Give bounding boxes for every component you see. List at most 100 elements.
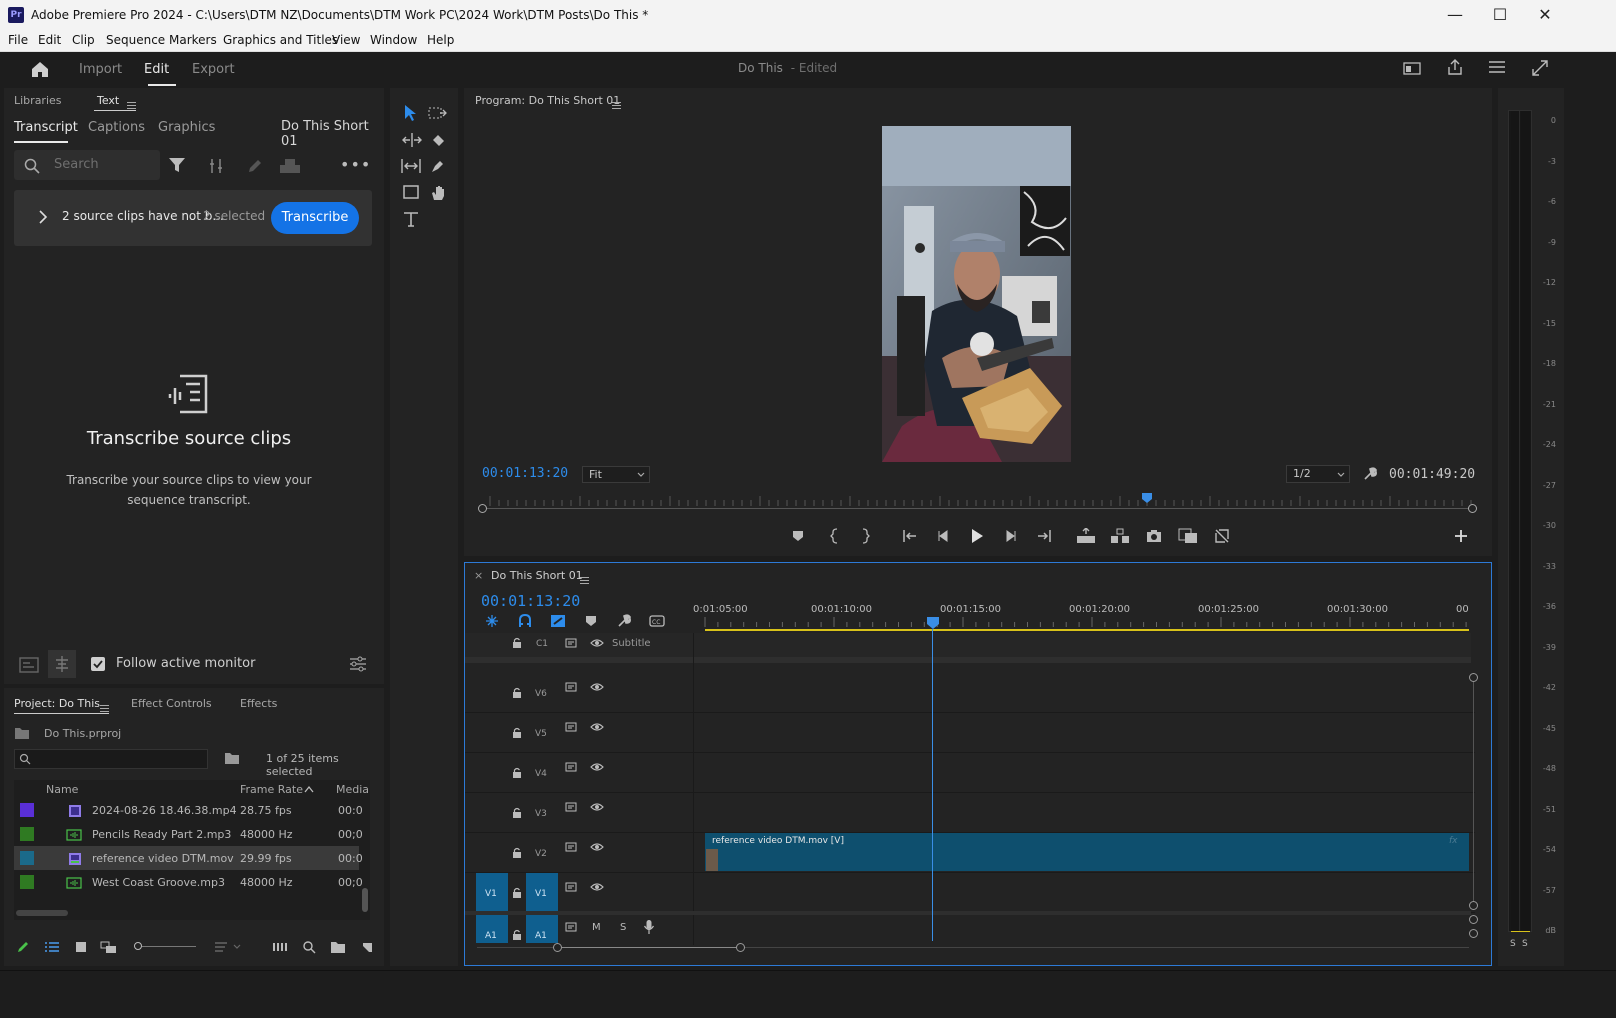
program-playhead[interactable] (1141, 492, 1152, 503)
quick-layout-icon[interactable] (1403, 60, 1421, 76)
close-window-button[interactable]: ✕ (1530, 4, 1560, 26)
go-to-in-icon[interactable] (902, 529, 918, 543)
export-frame-icon[interactable] (1146, 529, 1162, 543)
share-icon[interactable] (1446, 58, 1464, 76)
proxy-toggle-icon[interactable] (1214, 528, 1230, 544)
timeline-marker-icon[interactable] (585, 615, 597, 627)
tab-project[interactable]: Project: Do This (14, 697, 100, 710)
track-output-icon[interactable] (565, 681, 579, 693)
rectangle-tool-icon[interactable] (402, 184, 420, 200)
new-search-bin-icon[interactable] (224, 751, 240, 765)
tab-export[interactable]: Export (192, 62, 235, 77)
tab-import[interactable]: Import (79, 62, 122, 77)
visibility-eye-icon[interactable] (590, 801, 604, 813)
program-scrubber[interactable] (478, 490, 1477, 513)
timeline-playhead-line[interactable] (932, 629, 933, 941)
vscroll-bottom-handle[interactable] (1469, 901, 1478, 910)
pen-tool-icon[interactable] (430, 158, 446, 174)
menu-clip[interactable]: Clip (72, 33, 95, 47)
extract-icon[interactable] (1110, 528, 1130, 544)
tab-captions[interactable]: Captions (88, 120, 145, 135)
hand-tool-icon[interactable] (430, 184, 446, 202)
timeline-timecode[interactable]: 00:01:13:20 (481, 592, 580, 610)
step-forward-icon[interactable] (1004, 529, 1018, 543)
project-list-hscrollbar[interactable] (16, 910, 68, 916)
tab-effect-controls[interactable]: Effect Controls (131, 697, 212, 710)
timeline-playhead-head[interactable] (927, 617, 939, 629)
work-area-bar[interactable] (705, 629, 1469, 631)
track-output-icon[interactable] (565, 761, 579, 773)
add-marker-icon[interactable] (792, 530, 804, 542)
project-row[interactable]: Pencils Ready Part 2.mp3 48000 Hz 00;0 (14, 822, 363, 846)
slip-tool-icon[interactable] (400, 158, 422, 174)
follow-monitor-checkbox[interactable] (91, 657, 105, 671)
scrubber-end-handle[interactable] (1468, 504, 1477, 513)
lift-icon[interactable] (1076, 528, 1096, 544)
menu-help[interactable]: Help (427, 33, 454, 47)
play-icon[interactable] (970, 528, 984, 544)
track-output-icon[interactable] (565, 881, 579, 893)
edit-pencil-icon[interactable] (247, 158, 263, 174)
lock-icon[interactable] (512, 887, 522, 899)
zoom-slider[interactable] (134, 942, 198, 952)
comparison-view-icon[interactable] (1178, 528, 1198, 544)
text-panel-menu-icon[interactable] (127, 102, 136, 109)
caption-track-icon[interactable] (18, 654, 40, 674)
settings-wrench-icon[interactable] (1362, 466, 1378, 482)
new-bin-icon[interactable] (330, 940, 346, 954)
program-timecode[interactable]: 00:01:13:20 (482, 466, 568, 481)
maximize-button[interactable]: ☐ (1485, 4, 1515, 26)
menu-graphics-and-titles[interactable]: Graphics and Titles (223, 33, 338, 47)
program-monitor-menu-icon[interactable] (612, 102, 621, 109)
search-input[interactable]: Search (54, 157, 99, 172)
lock-icon[interactable] (512, 807, 522, 819)
mute-button[interactable]: M (592, 922, 601, 933)
hscroll-left-handle[interactable] (553, 943, 562, 952)
timeline-clip[interactable]: reference video DTM.mov [V] fx (705, 833, 1469, 871)
scrubber-start-handle[interactable] (478, 504, 487, 513)
icon-view-icon[interactable] (74, 940, 88, 954)
lock-icon[interactable] (512, 687, 522, 699)
tab-text[interactable]: Text (97, 94, 119, 107)
label-color-swatch[interactable] (20, 827, 34, 841)
track-output-icon[interactable] (565, 841, 579, 853)
track-output-icon[interactable] (565, 721, 579, 733)
hscroll-right-handle[interactable] (736, 943, 745, 952)
project-panel-menu-icon[interactable] (100, 705, 109, 712)
split-segment-icon[interactable] (209, 158, 223, 174)
audio-vscroll-top-handle[interactable] (1469, 915, 1478, 924)
timeline-settings-wrench-icon[interactable] (616, 614, 632, 628)
clip-fx-badge[interactable]: fx (1449, 836, 1458, 846)
project-row-selected[interactable]: reference video DTM.mov 29.99 fps 00:0 (14, 846, 363, 870)
label-color-swatch[interactable] (20, 803, 34, 817)
zoom-slider-handle[interactable] (134, 942, 142, 950)
track-output-icon[interactable] (565, 921, 579, 933)
new-item-icon[interactable] (360, 940, 374, 954)
visibility-eye-icon[interactable] (590, 761, 604, 773)
column-name[interactable]: Name (46, 783, 78, 796)
resolution-dropdown[interactable]: 1/2 (1286, 465, 1350, 483)
find-icon[interactable] (302, 940, 316, 954)
linked-selection-icon[interactable] (550, 614, 566, 628)
label-color-swatch[interactable] (20, 851, 34, 865)
tab-libraries[interactable]: Libraries (14, 94, 62, 107)
menu-markers[interactable]: Markers (169, 33, 217, 47)
go-to-out-icon[interactable] (1036, 529, 1052, 543)
lock-icon[interactable] (512, 727, 522, 739)
audio-vscroll-bottom-handle[interactable] (1469, 929, 1478, 938)
timeline-menu-icon[interactable] (580, 577, 589, 584)
menu-edit[interactable]: Edit (38, 33, 61, 47)
home-icon[interactable] (30, 60, 50, 78)
fit-dropdown[interactable]: Fit (582, 466, 650, 483)
freeform-view-icon[interactable] (100, 940, 118, 954)
tab-graphics[interactable]: Graphics (158, 120, 215, 135)
track-output-icon[interactable] (565, 801, 579, 813)
type-tool-icon[interactable] (402, 210, 420, 228)
source-patch-v1[interactable]: V1 (476, 873, 508, 913)
mark-out-icon[interactable] (860, 528, 870, 544)
transcribe-button[interactable]: Transcribe (271, 202, 359, 234)
tab-edit[interactable]: Edit (144, 62, 169, 77)
project-row[interactable]: West Coast Groove.mp3 48000 Hz 00;0 (14, 870, 363, 894)
insert-nest-icon[interactable] (485, 614, 499, 628)
sort-ascending-icon[interactable] (304, 785, 314, 793)
